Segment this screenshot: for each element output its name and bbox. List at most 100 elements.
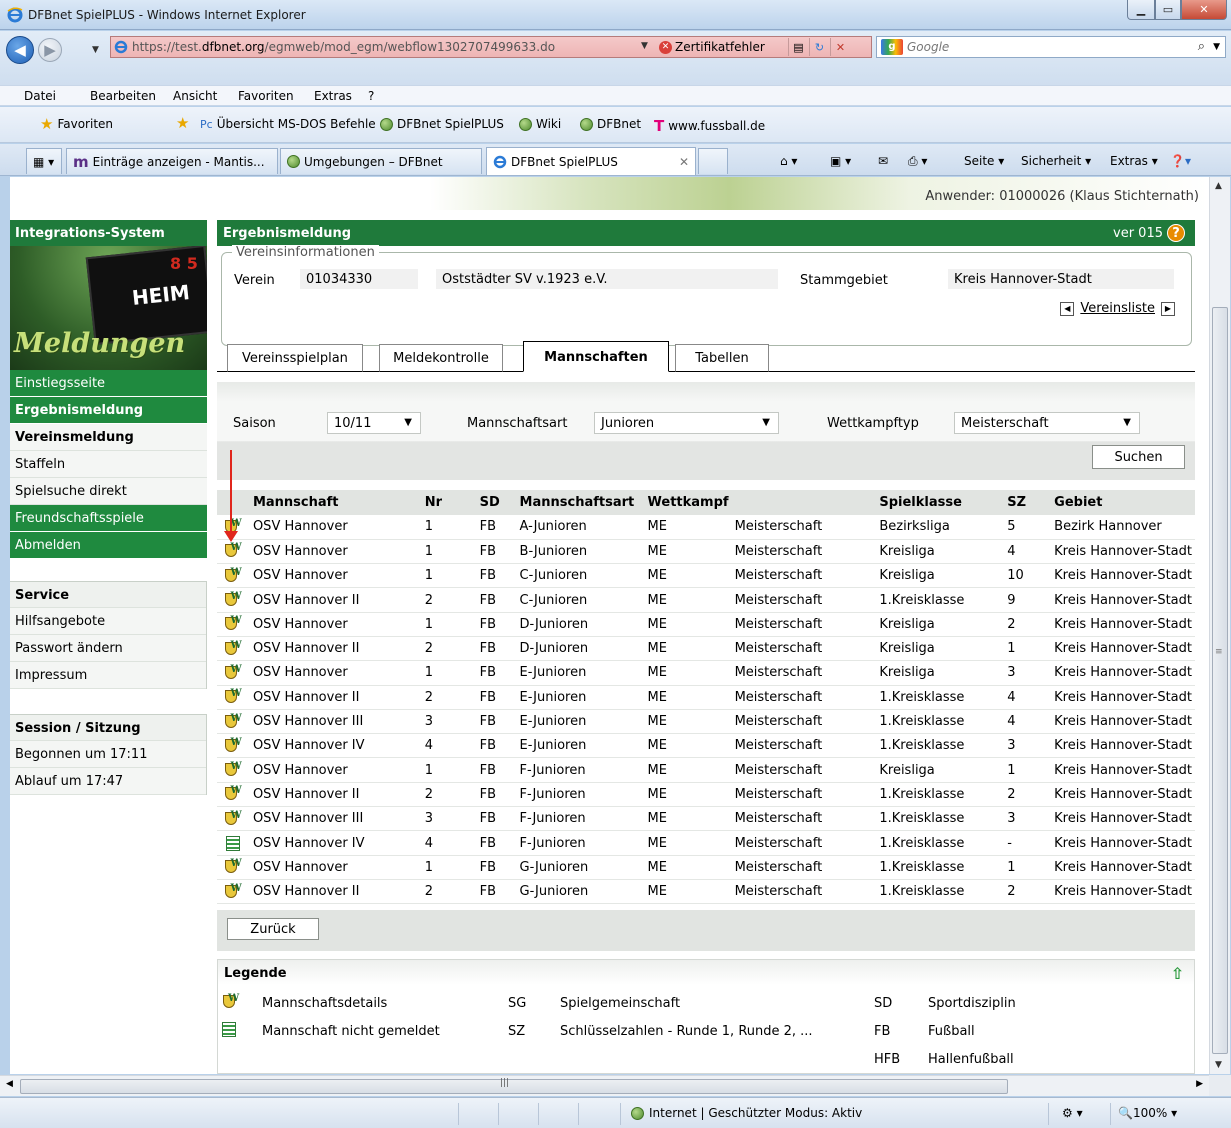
cell-wettkampf: ME [644, 757, 732, 783]
horizontal-scrollbar[interactable]: ◀ ||| ▶ [0, 1075, 1209, 1096]
history-dropdown-icon[interactable]: ▼ [92, 45, 99, 55]
stop-icon[interactable]: ✕ [830, 38, 850, 56]
fav-link-msdos[interactable]: Pc Übersicht MS-DOS Befehle [200, 117, 376, 131]
tab-vereinsspielplan[interactable]: Vereinsspielplan [227, 344, 363, 372]
sidebar-item-spielsuche[interactable]: Spielsuche direkt [10, 478, 207, 505]
prev-verein-icon[interactable]: ◀ [1060, 301, 1075, 316]
maximize-button[interactable]: ▭ [1155, 0, 1181, 20]
minimize-button[interactable]: ▁ [1127, 0, 1155, 20]
address-dropdown-icon[interactable]: ▼ [641, 41, 648, 51]
menu-datei[interactable]: Datei [24, 89, 56, 103]
cell-spielklasse: Kreisliga [876, 660, 1005, 686]
zoom-level[interactable]: 🔍100% ▾ [1118, 1106, 1177, 1120]
compatibility-view-icon[interactable]: ▤ [788, 38, 808, 56]
tab-meldekontrolle[interactable]: Meldekontrolle [379, 344, 503, 372]
favorites-star-icon: ★ [40, 115, 54, 133]
team-details-icon[interactable]: W [224, 858, 242, 875]
print-icon[interactable]: ⎙ ▾ [908, 154, 927, 169]
team-details-icon[interactable]: W [224, 688, 242, 705]
sidebar-item-hilfsangebote[interactable]: Hilfsangebote [10, 608, 206, 635]
next-verein-icon[interactable]: ▶ [1161, 301, 1175, 316]
fav-link-wiki[interactable]: Wiki [519, 117, 561, 131]
back-button[interactable]: Zurück [227, 918, 319, 940]
forward-button[interactable]: ▶ [38, 38, 62, 62]
search-button[interactable]: Suchen [1092, 445, 1185, 469]
table-row: W OSV Hannover 1 FB E-Junioren ME Meisterschaf… [217, 660, 1195, 686]
certificate-error-button[interactable]: ✕ Zertifikatfehler [659, 40, 765, 54]
sidebar-item-freundschaftsspiele[interactable]: Freundschaftsspiele [10, 505, 207, 532]
quick-tabs-button[interactable]: ▦ ▾ [26, 148, 62, 174]
scroll-down-icon[interactable]: ▼ [1215, 1060, 1222, 1070]
browser-tab-mantis[interactable]: m Einträge anzeigen - Mantis... [66, 148, 278, 174]
team-details-icon[interactable]: W [224, 615, 242, 632]
tab-mannschaften[interactable]: Mannschaften [523, 341, 669, 372]
extras-menu[interactable]: Extras ▾ [1110, 154, 1158, 168]
search-field[interactable]: g Google ⌕ ▼ [876, 36, 1226, 58]
sidebar-item-staffeln[interactable]: Staffeln [10, 451, 207, 478]
browser-tab-spielplus[interactable]: DFBnet SpielPLUS ✕ [486, 147, 696, 175]
help-menu-icon[interactable]: ❓▾ [1170, 154, 1191, 168]
cell-wettkampf: ME [644, 660, 732, 686]
session-box: Session / Sitzung Begonnen um 17:11 Abla… [10, 714, 207, 795]
menu-ansicht[interactable]: Ansicht [173, 89, 217, 103]
fav-link-spielplus[interactable]: DFBnet SpielPLUS [380, 117, 504, 131]
back-button[interactable]: ◀ [6, 36, 34, 64]
menu-extras[interactable]: Extras [314, 89, 352, 103]
close-window-button[interactable]: ✕ [1181, 0, 1227, 20]
team-details-icon[interactable]: W [224, 761, 242, 778]
menu-help[interactable]: ? [368, 89, 374, 103]
new-tab-button[interactable] [698, 148, 728, 174]
menu-favoriten[interactable]: Favoriten [238, 89, 294, 103]
scroll-right-icon[interactable]: ▶ [1196, 1079, 1203, 1089]
add-favorite-icon[interactable]: ★ [176, 116, 189, 131]
page-menu[interactable]: Seite ▾ [964, 154, 1004, 168]
sidebar-item-impressum[interactable]: Impressum [10, 662, 206, 689]
scroll-up-icon[interactable]: ▲ [1215, 181, 1222, 191]
sidebar-item-einstiegsseite[interactable]: Einstiegsseite [10, 370, 207, 397]
favorites-button[interactable]: ★ Favoriten [40, 115, 113, 133]
security-zone[interactable]: Internet | Geschützter Modus: Aktiv [631, 1106, 862, 1120]
sidebar-item-passwort[interactable]: Passwort ändern [10, 635, 206, 662]
protected-mode-icon[interactable]: ⚙ ▾ [1062, 1106, 1083, 1120]
sidebar-item-abmelden[interactable]: Abmelden [10, 532, 207, 559]
team-details-icon[interactable]: W [224, 713, 242, 730]
scroll-top-icon[interactable]: ⇧ [1171, 964, 1184, 983]
wettkampftyp-select[interactable]: Meisterschaft ▼ [954, 412, 1140, 434]
team-details-icon[interactable]: W [224, 785, 242, 802]
sidebar-item-ergebnismeldung[interactable]: Ergebnismeldung [10, 397, 207, 424]
search-icon[interactable]: ⌕ [1198, 39, 1205, 54]
team-details-icon[interactable]: W [224, 591, 242, 608]
security-menu[interactable]: Sicherheit ▾ [1021, 154, 1091, 168]
team-details-icon[interactable]: W [224, 737, 242, 754]
vereinsliste-link[interactable]: Vereinsliste [1080, 301, 1155, 316]
vertical-scroll-thumb[interactable] [1212, 307, 1228, 1054]
vertical-scrollbar[interactable]: ▲ ≡ ▼ [1209, 177, 1230, 1074]
mail-icon[interactable]: ✉ [878, 154, 888, 168]
sidebar-item-vereinsmeldung[interactable]: Vereinsmeldung [10, 424, 207, 451]
legend-sg-text: Spielgemeinschaft [560, 996, 681, 1011]
team-details-icon[interactable]: W [224, 883, 242, 900]
fav-link-dfbnet[interactable]: DFBnet [580, 117, 641, 131]
saison-select[interactable]: 10/11 ▼ [327, 412, 421, 434]
help-icon[interactable]: ? [1167, 224, 1185, 242]
browser-tab-umgebungen[interactable]: Umgebungen – DFBnet [280, 148, 482, 174]
cell-wettkampf: ME [644, 879, 732, 905]
feeds-icon[interactable]: ▣ ▾ [830, 154, 851, 168]
team-details-icon[interactable]: W [224, 810, 242, 827]
team-details-icon[interactable]: W [224, 567, 242, 584]
tab-tabellen[interactable]: Tabellen [675, 344, 769, 372]
home-icon[interactable]: ⌂ ▾ [780, 154, 797, 168]
horizontal-scroll-thumb[interactable] [20, 1079, 1008, 1094]
team-details-icon[interactable]: W [224, 640, 242, 657]
table-row: W OSV Hannover 1 FB G-Junioren ME Meisterschaf… [217, 855, 1195, 880]
refresh-icon[interactable]: ↻ [809, 38, 829, 56]
close-tab-icon[interactable]: ✕ [679, 155, 689, 169]
team-details-icon[interactable]: W [224, 542, 242, 559]
address-field[interactable]: https://test.dfbnet.org/egmweb/mod_egm/w… [110, 36, 872, 58]
mannschaftsart-select[interactable]: Junioren ▼ [594, 412, 779, 434]
search-dropdown-icon[interactable]: ▼ [1213, 42, 1220, 52]
menu-bearbeiten[interactable]: Bearbeiten [90, 89, 156, 103]
team-details-icon[interactable]: W [224, 664, 242, 681]
fav-link-fussball[interactable]: Twww.fussball.de [654, 117, 765, 135]
scroll-left-icon[interactable]: ◀ [6, 1079, 13, 1089]
